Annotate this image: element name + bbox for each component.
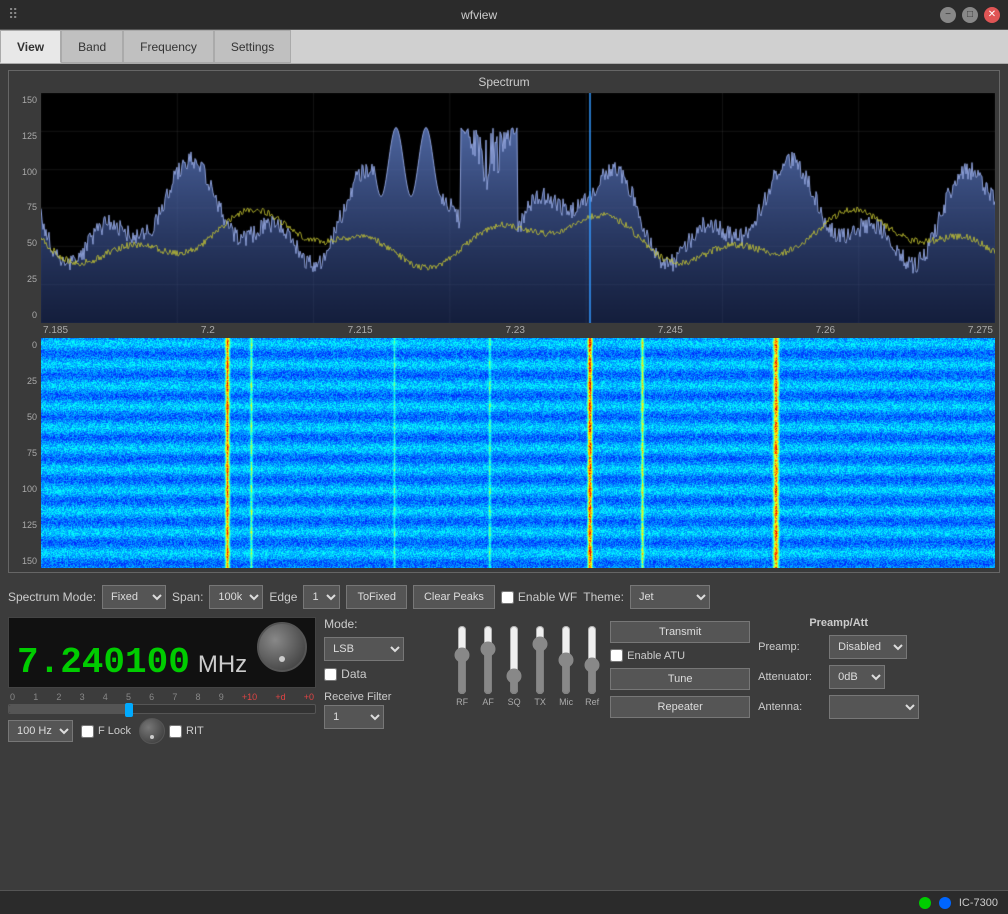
rf-label: RF: [456, 697, 468, 707]
tab-frequency[interactable]: Frequency: [123, 30, 214, 63]
enable-atu-checkbox[interactable]: [610, 649, 623, 662]
rf-slider-wrap: RF: [452, 625, 472, 707]
preamp-select[interactable]: Disabled Preamp 1 Preamp 2: [829, 635, 907, 659]
tx-label: TX: [534, 697, 546, 707]
rf-slider[interactable]: [452, 625, 472, 695]
spectrum-wrapper: 150 125 100 75 50 25 0 7.185 7.2 7.215 7…: [13, 93, 995, 336]
enable-atu-label: Enable ATU: [627, 650, 685, 662]
enable-wf-label: Enable WF: [518, 590, 577, 604]
tab-bar: View Band Frequency Settings: [0, 30, 1008, 64]
status-dot-blue: [939, 897, 951, 909]
frequency-display: 7.240100: [17, 642, 190, 683]
title-bar: ⠿ wfview − □ ✕: [0, 0, 1008, 30]
spectrum-chart-area: 7.185 7.2 7.215 7.23 7.245 7.26 7.275: [41, 93, 995, 336]
minimize-button[interactable]: −: [940, 7, 956, 23]
window-controls: − □ ✕: [940, 7, 1000, 23]
rit-label: RIT: [186, 725, 204, 737]
flock-row: F Lock: [81, 725, 131, 738]
spectrum-freq-labels: 7.185 7.2 7.215 7.23 7.245 7.26 7.275: [41, 325, 995, 336]
receive-filter-select[interactable]: 1 2 3: [324, 705, 384, 729]
slider-group: RF AF SQ TX Mic Ref: [452, 627, 602, 707]
span-label: Span:: [172, 590, 203, 604]
tab-view[interactable]: View: [0, 30, 61, 63]
tuning-knob[interactable]: [257, 622, 307, 672]
antenna-select[interactable]: [829, 695, 919, 719]
preamp-row: Preamp: Disabled Preamp 1 Preamp 2: [758, 635, 919, 659]
enable-atu-row: Enable ATU: [610, 649, 750, 662]
waterfall-chart-area: [41, 338, 995, 568]
spectrum-mode-label: Spectrum Mode:: [8, 590, 96, 604]
mic-label: Mic: [559, 697, 573, 707]
af-slider-wrap: AF: [478, 625, 498, 707]
mode-section: Mode: LSB USB AM FM CW RTTY Data Receive…: [324, 617, 444, 729]
app-title: wfview: [18, 8, 940, 22]
rit-slider-thumb[interactable]: [125, 703, 133, 717]
af-label: AF: [482, 697, 494, 707]
data-mode-label: Data: [341, 667, 366, 681]
theme-label: Theme:: [583, 590, 624, 604]
preamp-section: Preamp/Att Preamp: Disabled Preamp 1 Pre…: [758, 617, 919, 719]
close-button[interactable]: ✕: [984, 7, 1000, 23]
tab-settings[interactable]: Settings: [214, 30, 291, 63]
sq-slider-wrap: SQ: [504, 625, 524, 707]
waterfall-y-axis: 0 25 50 75 100 125 150: [13, 338, 41, 568]
right-controls: Transmit Enable ATU Tune Repeater: [610, 621, 750, 718]
status-bar: IC-7300: [0, 890, 1008, 914]
clear-peaks-button[interactable]: Clear Peaks: [413, 585, 495, 609]
edge-select[interactable]: 1 2 3: [303, 585, 340, 609]
to-fixed-button[interactable]: ToFixed: [346, 585, 407, 609]
tune-button[interactable]: Tune: [610, 668, 750, 690]
rit-checkbox[interactable]: [169, 725, 182, 738]
controls-row: Spectrum Mode: Fixed Scroll Center Span:…: [0, 581, 1008, 613]
step-select[interactable]: 1 Hz 10 Hz 100 Hz 1 kHz 5 kHz 10 kHz: [8, 720, 73, 742]
spectrum-mode-select[interactable]: Fixed Scroll Center: [102, 585, 166, 609]
tx-slider-wrap: TX: [530, 625, 550, 707]
theme-select[interactable]: Jet Grayscale Rainbow: [630, 585, 710, 609]
rit-row: RIT: [169, 725, 204, 738]
spectrum-y-axis: 150 125 100 75 50 25 0: [13, 93, 41, 336]
data-mode-row: Data: [324, 667, 444, 681]
status-text: IC-7300: [959, 897, 998, 909]
antenna-label: Antenna:: [758, 701, 823, 713]
edge-label: Edge: [269, 590, 297, 604]
transmit-button[interactable]: Transmit: [610, 621, 750, 643]
enable-wf-checkbox[interactable]: [501, 591, 514, 604]
att-select[interactable]: 0dB 6dB 12dB 18dB: [829, 665, 885, 689]
rit-knob[interactable]: [139, 718, 165, 744]
tab-band[interactable]: Band: [61, 30, 123, 63]
ref-slider-wrap: Ref: [582, 625, 602, 707]
tx-slider[interactable]: [530, 625, 550, 695]
sq-label: SQ: [508, 697, 521, 707]
status-dot-green: [919, 897, 931, 909]
flock-checkbox[interactable]: [81, 725, 94, 738]
spectrum-panel: Spectrum 150 125 100 75 50 25 0 7.185 7.…: [8, 70, 1000, 573]
preamp-label: Preamp:: [758, 641, 823, 653]
sq-slider[interactable]: [504, 625, 524, 695]
drag-icon: ⠿: [8, 6, 18, 23]
waterfall-canvas: [41, 338, 995, 568]
maximize-button[interactable]: □: [962, 7, 978, 23]
spectrum-title: Spectrum: [13, 75, 995, 89]
data-mode-checkbox[interactable]: [324, 668, 337, 681]
mode-select[interactable]: LSB USB AM FM CW RTTY: [324, 637, 404, 661]
enable-wf-row: Enable WF: [501, 590, 577, 604]
spectrum-canvas: [41, 93, 995, 323]
ref-label: Ref: [585, 697, 599, 707]
mic-slider-wrap: Mic: [556, 625, 576, 707]
preamp-title: Preamp/Att: [758, 617, 919, 629]
mode-label: Mode:: [324, 617, 444, 631]
ref-slider[interactable]: [582, 625, 602, 695]
mic-slider[interactable]: [556, 625, 576, 695]
af-slider[interactable]: [478, 625, 498, 695]
flock-label: F Lock: [98, 725, 131, 737]
att-row: Attenuator: 0dB 6dB 12dB 18dB: [758, 665, 919, 689]
span-select[interactable]: 10k 25k 50k 100k 250k 500k: [209, 585, 263, 609]
receive-filter-label: Receive Filter: [324, 691, 444, 703]
frequency-unit: MHz: [198, 651, 247, 679]
att-label: Attenuator:: [758, 671, 823, 683]
antenna-row: Antenna:: [758, 695, 919, 719]
repeater-button[interactable]: Repeater: [610, 696, 750, 718]
waterfall-wrapper: 0 25 50 75 100 125 150: [13, 338, 995, 568]
bottom-controls: 7.240100 MHz 01 23 45 67 89 +10 +d: [0, 613, 1008, 748]
